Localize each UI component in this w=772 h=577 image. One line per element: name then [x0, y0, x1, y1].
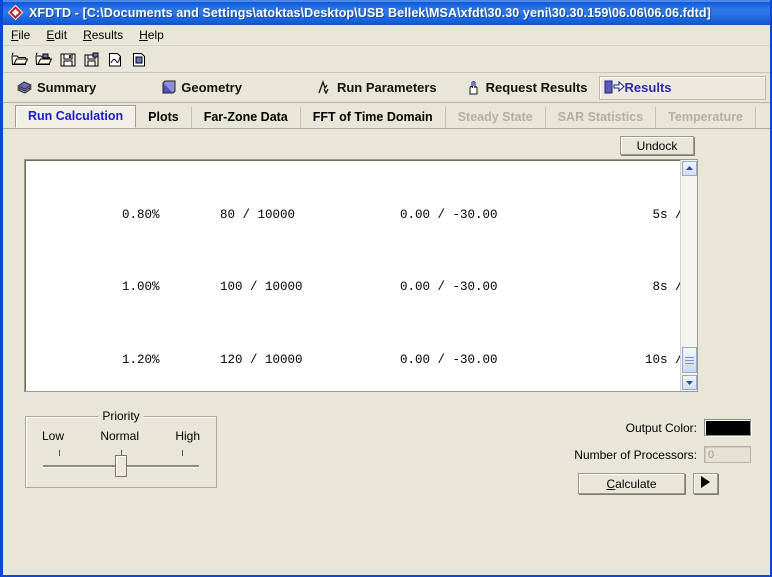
- tab-plots[interactable]: Plots: [136, 107, 192, 128]
- main-navigation: Summary Geometry Run Parameters Request …: [3, 73, 770, 103]
- menu-help[interactable]: Help: [139, 27, 173, 43]
- nav-label-summary: Summary: [37, 80, 97, 95]
- window-title: XFDTD - [C:\Documents and Settings\atokt…: [29, 5, 711, 20]
- subtab-bar: Run Calculation Plots Far-Zone Data FFT …: [3, 103, 770, 129]
- results-arrow-icon: [604, 80, 625, 96]
- xfdtd-main-window: XFDTD - [C:\Documents and Settings\atokt…: [0, 0, 772, 577]
- nav-label-results: Results: [624, 80, 672, 95]
- nav-item-request-results[interactable]: Request Results: [460, 76, 599, 100]
- nav-item-results[interactable]: Results: [598, 75, 766, 100]
- calculate-button-label: Calculate: [606, 476, 657, 491]
- output-color-swatch[interactable]: [704, 419, 751, 436]
- waveform-icon: [316, 79, 333, 96]
- tab-temperature: Temperature: [656, 107, 756, 128]
- cube-icon: [160, 80, 177, 96]
- log-row: 1.00%100 / 100000.00 / -30.008s / 13m, 1…: [122, 280, 680, 294]
- nav-item-summary[interactable]: Summary: [11, 76, 107, 100]
- hand-pointer-icon: [465, 80, 482, 96]
- calculation-log-panel: 0.80%80 / 100000.00 / -30.005s / 10m, 20…: [24, 159, 698, 392]
- calculation-log-text[interactable]: 0.80%80 / 100000.00 / -30.005s / 10m, 20…: [25, 160, 680, 391]
- open-project-icon[interactable]: [9, 49, 30, 70]
- processors-input[interactable]: 0: [704, 446, 751, 463]
- nav-label-request-results: Request Results: [485, 80, 588, 95]
- menu-file[interactable]: File: [11, 27, 39, 43]
- log-vertical-scrollbar[interactable]: [680, 160, 697, 391]
- priority-label-low: Low: [42, 429, 65, 443]
- priority-legend: Priority: [98, 409, 144, 423]
- tab-far-zone-data[interactable]: Far-Zone Data: [192, 107, 301, 128]
- priority-label-normal: Normal: [100, 429, 139, 443]
- scroll-up-arrow-icon[interactable]: [682, 161, 697, 176]
- copy-document-icon[interactable]: [129, 49, 150, 70]
- play-triangle-icon: [700, 475, 711, 493]
- toolbar: [3, 46, 770, 73]
- scrollbar-thumb[interactable]: [682, 347, 697, 373]
- processors-row: Number of Processors: 0: [574, 446, 751, 463]
- xfdtd-diamond-icon: [7, 4, 24, 21]
- window-titlebar: XFDTD - [C:\Documents and Settings\atokt…: [3, 0, 770, 25]
- save-icon[interactable]: [57, 49, 78, 70]
- run-calculation-panel: Undock 0.80%80 / 100000.00 / -30.005s / …: [3, 129, 770, 558]
- tab-sar-statistics: SAR Statistics: [546, 107, 657, 128]
- plot-document-icon[interactable]: [105, 49, 126, 70]
- priority-label-high: High: [175, 429, 200, 443]
- log-row: 0.80%80 / 100000.00 / -30.005s / 10m, 20…: [122, 207, 680, 222]
- undock-button[interactable]: Undock: [620, 136, 694, 155]
- scroll-down-arrow-icon[interactable]: [682, 375, 697, 390]
- priority-slider-thumb[interactable]: [115, 455, 127, 477]
- save-as-icon[interactable]: [81, 49, 102, 70]
- nav-item-run-parameters[interactable]: Run Parameters: [311, 76, 448, 100]
- menu-edit[interactable]: Edit: [46, 27, 76, 43]
- output-color-label: Output Color:: [625, 420, 697, 435]
- open-geometry-icon[interactable]: [33, 49, 54, 70]
- nav-label-run-parameters: Run Parameters: [336, 80, 437, 95]
- scrollbar-grip-icon: [685, 355, 694, 366]
- nav-item-geometry[interactable]: Geometry: [155, 76, 253, 100]
- calculate-button[interactable]: Calculate: [578, 473, 685, 494]
- menu-results[interactable]: Results: [83, 27, 132, 43]
- tab-steady-state: Steady State: [446, 107, 546, 128]
- priority-labels: Low Normal High: [26, 429, 216, 443]
- tab-fft-of-time-domain[interactable]: FFT of Time Domain: [301, 107, 446, 128]
- tab-run-calculation[interactable]: Run Calculation: [15, 105, 137, 128]
- stack-layers-icon: [16, 80, 33, 96]
- processors-label: Number of Processors:: [574, 447, 697, 462]
- output-color-row: Output Color:: [626, 419, 751, 436]
- log-row: 1.20%120 / 100000.00 / -30.0010s / 13m, …: [122, 352, 680, 367]
- menubar: File Edit Results Help: [3, 25, 770, 46]
- nav-label-geometry: Geometry: [181, 80, 242, 95]
- run-button[interactable]: [693, 473, 718, 494]
- priority-groupbox: Priority Low Normal High: [25, 409, 217, 488]
